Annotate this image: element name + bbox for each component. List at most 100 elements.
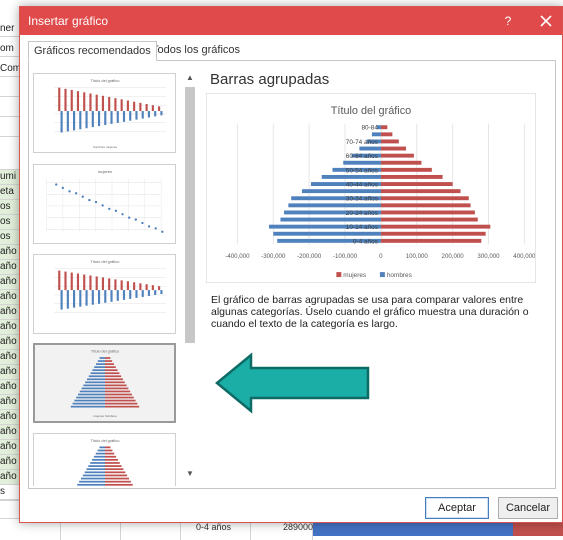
thumbnail-bar (95, 452, 105, 455)
thumbnail-bar (99, 446, 105, 449)
thumbnail-bar (82, 474, 105, 477)
thumbnail-point (88, 198, 91, 202)
thumbnail-bar (58, 270, 61, 291)
left-arrow-icon (215, 352, 370, 414)
thumbnail-bar (85, 290, 88, 306)
scroll-down-icon[interactable]: ▼ (183, 469, 197, 481)
thumbnail-bar (116, 111, 119, 123)
thumbnail-bar (108, 278, 111, 291)
thumbnail-bar (151, 285, 154, 291)
thumbnail-bar (104, 402, 138, 405)
chart-thumbnail[interactable]: Título del gráfico hombres mujeres (33, 73, 176, 153)
thumbnail-bar (90, 372, 105, 375)
scrollbar-thumb[interactable] (185, 87, 195, 343)
category-label: 0-4 años (353, 238, 378, 245)
thumbnail-bar (79, 290, 82, 307)
category-label: 60-64 años (346, 153, 378, 160)
x-tick-label: 200,000 (442, 253, 465, 260)
thumbnail-bar (85, 111, 88, 129)
thumbnail-bar (104, 375, 122, 378)
category-label: 80-84 (361, 125, 378, 132)
thumbnail-bar (104, 474, 128, 477)
chart-thumbnail[interactable]: Título del gráfico mujeres hombres (33, 343, 176, 423)
thumbnail-point (74, 192, 78, 195)
thumbnail-bar (72, 402, 105, 405)
thumbnail-bar (141, 111, 144, 119)
thumbnail-bar (66, 290, 69, 309)
chart-thumbnail[interactable]: Título del gráfico (33, 254, 176, 334)
thumbnail-bar (95, 363, 105, 365)
thumbnail-bar (91, 290, 94, 305)
thumbnail-bar (104, 381, 125, 384)
thumbnail-bar (104, 396, 134, 399)
bar-mujeres (380, 210, 475, 215)
scroll-up-icon[interactable]: ▲ (183, 73, 197, 85)
bar-hombres (288, 203, 381, 208)
thumbnail-point (55, 183, 58, 186)
thumbnail-bar (70, 89, 73, 112)
thumbnail-bar (104, 384, 127, 387)
thumbnail-bar (79, 111, 82, 130)
thumbnail-bar (158, 286, 161, 291)
thumbnail-bar (97, 111, 101, 127)
thumbnail-chart: Título del gráfico mujeres hombres (70, 350, 140, 418)
cell-value[interactable]: 289000 (283, 522, 313, 532)
thumbnail-point (141, 221, 144, 225)
thumbnail-bar (64, 88, 67, 112)
thumbnail-bar (95, 94, 98, 112)
thumbnail-bar (73, 111, 76, 131)
thumbnail-bar (99, 357, 105, 359)
thumbnail-chart: mujeres (46, 169, 164, 233)
thumbnail-bar (104, 468, 124, 471)
thumbnail-point (147, 225, 151, 228)
close-icon (540, 15, 552, 27)
recommended-chart-list[interactable]: Título del gráfico hombres mujeres mujeres… (29, 71, 179, 486)
cancel-button[interactable]: Cancelar (498, 497, 558, 519)
thumbnail-bar (79, 480, 105, 483)
x-tick-label: 400,000 (513, 253, 535, 260)
thumbnail-title: mujeres (98, 169, 112, 174)
thumbnail-bar (120, 280, 123, 291)
thumbnail-bar (104, 357, 111, 359)
tab-recommended-charts[interactable]: Gráficos recomendados (28, 41, 157, 61)
accept-button[interactable]: Aceptar (425, 497, 489, 519)
close-button[interactable] (534, 9, 558, 33)
thumbnail-title: Título del gráfico (91, 438, 120, 443)
bar-hombres (273, 231, 381, 236)
thumbnail-bar (97, 360, 105, 362)
thumbnail-point (154, 227, 157, 230)
bar-mujeres (380, 167, 432, 172)
thumbnail-bar (129, 290, 132, 299)
bar-mujeres (380, 132, 393, 137)
pyramid-chart: Título del gráfico -400,000 -300,000 -200,0… (225, 105, 535, 279)
thumbnail-bar (129, 111, 132, 121)
cell-age-group[interactable]: 0-4 años (196, 522, 231, 532)
thumbnail-legend: mujeres hombres (93, 414, 117, 418)
bar-hombres (280, 217, 381, 222)
x-tick-label: -300,000 (261, 253, 286, 260)
x-tick-label: 100,000 (406, 253, 429, 260)
chart-thumbnail[interactable]: Título del gráfico (33, 433, 176, 486)
thumbnail-bar (88, 465, 105, 467)
thumbnail-bar (104, 366, 116, 368)
tab-all-charts[interactable]: Todos los gráficos (147, 41, 246, 61)
thumbnail-bar (104, 393, 132, 396)
chart-list-scrollbar[interactable]: ▲ ▼ (183, 71, 197, 485)
thumbnail-bar (76, 91, 80, 112)
bar-mujeres (380, 217, 478, 222)
thumbnail-bar (88, 375, 105, 378)
thumbnail-point (81, 195, 84, 198)
chart-preview: Título del gráfico -400,000 -300,000 -200,0… (206, 93, 536, 283)
thumbnail-bar (70, 272, 73, 291)
chart-thumbnail[interactable]: mujeres (33, 164, 176, 244)
thumbnail-bar (76, 396, 105, 399)
x-tick-label: 0 (379, 253, 383, 260)
help-button[interactable]: ? (498, 11, 518, 31)
thumbnail-bar (85, 381, 105, 384)
thumbnail-point (121, 213, 124, 216)
x-tick-label: -400,000 (225, 253, 250, 260)
thumbnail-bar (64, 271, 67, 291)
dialog-titlebar[interactable]: Insertar gráfico ? (20, 7, 562, 35)
thumbnail-bar (104, 449, 113, 452)
thumbnail-bar (97, 290, 101, 304)
